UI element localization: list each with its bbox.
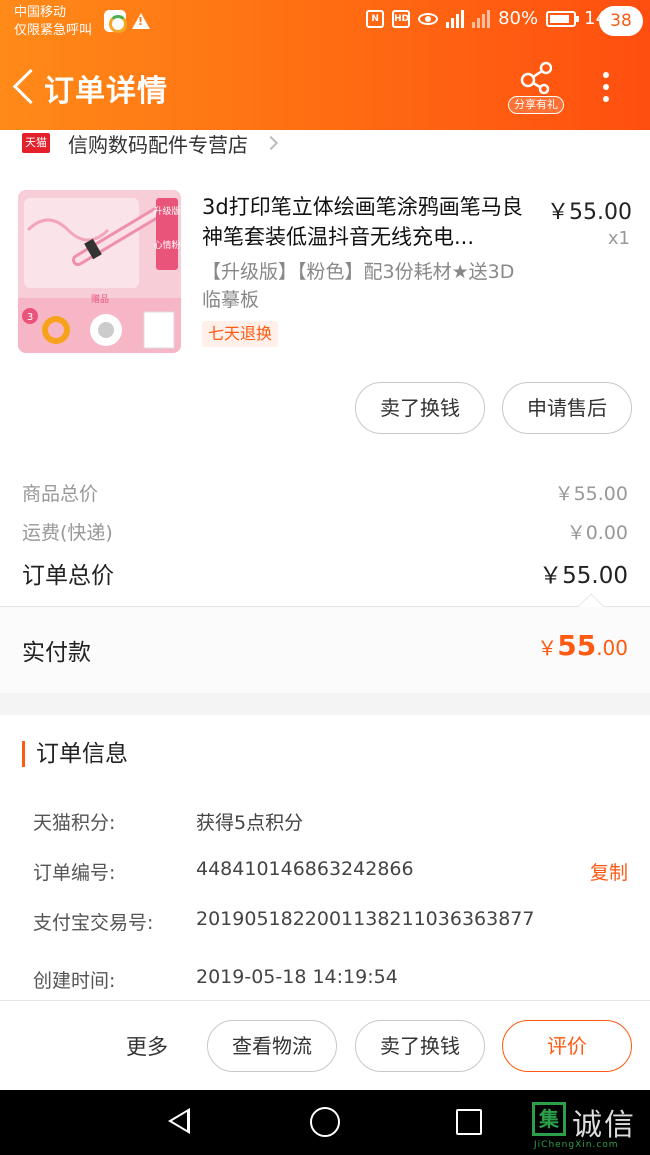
copy-order-number-button[interactable]: 复制	[590, 858, 628, 885]
carrier-status: 仅限紧急呼叫	[14, 23, 93, 38]
more-button[interactable]: 更多	[126, 1031, 168, 1061]
watermark-logo: 集 诚信 JiChengXin.com	[532, 1102, 650, 1150]
order-total-value: ￥55.00	[539, 563, 628, 589]
back-arrow-icon[interactable]	[10, 68, 40, 108]
warning-icon	[132, 13, 150, 29]
system-nav-bar: 集 诚信 JiChengXin.com	[0, 1090, 650, 1155]
order-total-row: 订单总价 ￥55.00	[22, 556, 628, 590]
sell-button[interactable]: 卖了换钱	[355, 382, 485, 434]
header: 订单详情 分享有礼	[0, 44, 650, 130]
image-count: 3	[27, 312, 33, 323]
eye-comfort-icon	[418, 12, 439, 25]
order-info-section: 订单信息 天猫积分: 获得5点积分 订单编号: 4484101468632428…	[0, 715, 650, 1000]
paid-currency: ￥	[537, 636, 558, 660]
battery-percent: 80%	[498, 8, 539, 29]
paid-int: 55	[557, 629, 597, 662]
product-title[interactable]: 3d打印笔立体绘画笔涂鸦画笔马良神笔套装低温抖音无线充电...	[202, 192, 540, 252]
order-info-title: 订单信息	[22, 741, 128, 767]
alipay-trade-label: 支付宝交易号:	[33, 912, 154, 934]
page-title: 订单详情	[44, 74, 168, 109]
goods-total-row: 商品总价 ￥55.00	[22, 479, 628, 506]
carrier-name: 中国移动	[14, 5, 67, 20]
view-logistics-button[interactable]: 查看物流	[207, 1020, 337, 1072]
order-card: 天猫 信购数码配件专营店 升级版 心情粉 赠品 3 3d打印笔立体绘画笔涂鸦画笔…	[0, 130, 650, 690]
image-tag-upgrade: 升级版	[153, 205, 180, 217]
app-notification-icon	[104, 10, 127, 33]
status-bar: 中国移动 仅限紧急呼叫 N HD 80% 14:13	[0, 0, 650, 44]
nfc-icon: N	[366, 9, 385, 28]
product-image-art: 升级版 心情粉 赠品 3	[18, 190, 181, 353]
order-total-label: 订单总价	[22, 563, 114, 589]
shipping-label: 运费(快递)	[22, 522, 113, 544]
paid-amount: ￥55.00	[537, 629, 628, 662]
review-button[interactable]: 评价	[502, 1020, 632, 1072]
nav-home-icon[interactable]	[310, 1107, 340, 1137]
more-menu-icon[interactable]	[596, 72, 616, 112]
bottom-action-bar: 更多 查看物流 卖了换钱 评价	[0, 1000, 650, 1090]
nav-recent-icon[interactable]	[456, 1109, 482, 1135]
store-row[interactable]: 天猫 信购数码配件专营店	[22, 130, 279, 157]
order-number-label: 订单编号:	[33, 862, 116, 884]
paid-dec: .00	[596, 636, 628, 660]
created-time-label: 创建时间:	[33, 970, 116, 992]
created-time-value: 2019-05-18 14:19:54	[196, 966, 398, 988]
product-image[interactable]: 升级版 心情粉 赠品 3	[18, 190, 181, 353]
battery-icon	[546, 10, 580, 27]
product-price: ￥55.00	[547, 200, 632, 225]
carrier-info: 中国移动 仅限紧急呼叫	[14, 4, 92, 40]
goods-total-label: 商品总价	[22, 483, 99, 505]
points-label: 天猫积分:	[33, 812, 116, 834]
store-name: 信购数码配件专营店	[68, 132, 248, 157]
alipay-trade-value: 2019051822001138211036363877	[196, 908, 535, 930]
shipping-row: 运费(快递) ￥0.00	[22, 518, 628, 545]
sell-bottom-button[interactable]: 卖了换钱	[355, 1020, 485, 1072]
apply-aftersale-button[interactable]: 申请售后	[502, 382, 632, 434]
notification-icons	[104, 10, 150, 33]
top-bar: 中国移动 仅限紧急呼叫 N HD 80% 14:13 订单详情	[0, 0, 650, 130]
paid-label: 实付款	[22, 640, 91, 666]
watermark-text: 诚信	[572, 1108, 636, 1143]
points-value: 获得5点积分	[196, 812, 304, 834]
product-sku: 【升级版】【粉色】配3份耗材★送3D临摹板	[202, 261, 515, 311]
return-policy-badge: 七天退换	[202, 321, 279, 347]
product-quantity: x1	[607, 228, 630, 249]
signal-icon	[446, 9, 465, 28]
chevron-right-icon	[263, 135, 279, 151]
order-number-value: 448410146863242866	[196, 858, 414, 880]
message-count-badge[interactable]: 38	[599, 6, 643, 36]
hd-icon: HD	[392, 9, 411, 28]
nav-back-icon[interactable]	[168, 1108, 190, 1134]
signal-2-icon	[472, 9, 491, 28]
watermark-url: JiChengXin.com	[534, 1140, 619, 1150]
share-label: 分享有礼	[508, 96, 564, 114]
paid-row: 实付款 ￥55.00	[0, 607, 650, 693]
share-icon	[520, 61, 552, 94]
watermark-mark: 集	[532, 1102, 566, 1136]
image-tag-color: 心情粉	[153, 239, 180, 251]
status-right: N HD 80% 14:13	[366, 8, 636, 29]
share-button[interactable]: 分享有礼	[508, 58, 564, 118]
image-gift-label: 赠品	[91, 293, 109, 305]
tmall-logo: 天猫	[22, 133, 50, 153]
shipping-value: ￥0.00	[566, 522, 628, 544]
goods-total-value: ￥55.00	[554, 483, 628, 505]
